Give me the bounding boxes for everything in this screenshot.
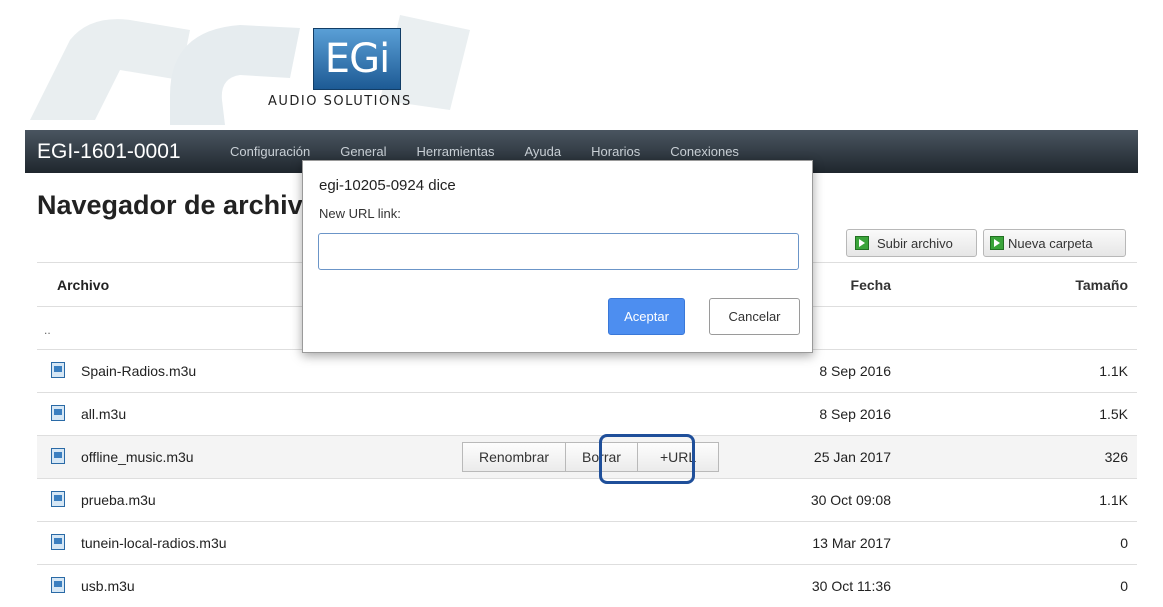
file-date: 25 Jan 2017	[813, 449, 891, 465]
playlist-file-icon	[51, 405, 65, 421]
playlist-file-icon	[51, 491, 65, 507]
upload-icon	[855, 236, 869, 250]
parent-dir-link[interactable]: ..	[44, 323, 51, 337]
new-folder-label: Nueva carpeta	[1008, 235, 1093, 251]
dialog-message: New URL link:	[319, 206, 401, 221]
file-date: 8 Sep 2016	[819, 406, 891, 422]
playlist-file-icon	[51, 577, 65, 593]
logo-area: EGi AUDIO SOLUTIONS	[0, 0, 1163, 125]
logo-subtitle: AUDIO SOLUTIONS	[268, 94, 412, 109]
file-name[interactable]: prueba.m3u	[81, 492, 156, 508]
accept-button[interactable]: Aceptar	[608, 298, 685, 335]
new-folder-button[interactable]: Nueva carpeta	[983, 229, 1126, 257]
nav-item-conexiones[interactable]: Conexiones	[670, 144, 739, 159]
rename-button[interactable]: Renombrar	[462, 442, 567, 472]
url-prompt-dialog: egi-10205-0924 dice New URL link: Acepta…	[302, 160, 813, 353]
upload-file-label: Subir archivo	[877, 235, 953, 251]
nav-item-general[interactable]: General	[340, 144, 386, 159]
nav-item-ayuda[interactable]: Ayuda	[525, 144, 562, 159]
table-row[interactable]: all.m3u 8 Sep 2016 1.5K	[37, 392, 1137, 435]
file-date: 13 Mar 2017	[812, 535, 891, 551]
file-size: 0	[1120, 578, 1128, 594]
nav-item-configuracion[interactable]: Configuración	[230, 144, 310, 159]
playlist-file-icon	[51, 448, 65, 464]
file-name[interactable]: offline_music.m3u	[81, 449, 194, 465]
logo-mark-text: EGi	[324, 36, 390, 82]
nav-item-horarios[interactable]: Horarios	[591, 144, 640, 159]
nav-menu: Configuración General Herramientas Ayuda…	[230, 144, 739, 159]
file-name[interactable]: Spain-Radios.m3u	[81, 363, 196, 379]
logo-mark: EGi	[313, 28, 401, 90]
file-size: 326	[1104, 449, 1128, 465]
file-name[interactable]: usb.m3u	[81, 578, 135, 594]
table-row[interactable]: usb.m3u 30 Oct 11:36 0	[37, 564, 1137, 607]
file-name[interactable]: all.m3u	[81, 406, 126, 422]
table-row[interactable]: tunein-local-radios.m3u 13 Mar 2017 0	[37, 521, 1137, 564]
table-row[interactable]: prueba.m3u 30 Oct 09:08 1.1K	[37, 478, 1137, 521]
url-input[interactable]	[318, 233, 799, 270]
logo-watermark	[30, 15, 470, 125]
navbar-brand[interactable]: EGI-1601-0001	[37, 140, 181, 164]
file-date: 30 Oct 09:08	[810, 492, 891, 508]
playlist-file-icon	[51, 362, 65, 378]
file-size: 1.1K	[1099, 363, 1128, 379]
file-name[interactable]: tunein-local-radios.m3u	[81, 535, 227, 551]
file-size: 0	[1120, 535, 1128, 551]
file-date: 30 Oct 11:36	[811, 578, 891, 594]
cancel-button[interactable]: Cancelar	[709, 298, 800, 335]
page-title: Navegador de archivos	[37, 190, 335, 220]
table-row-selected[interactable]: offline_music.m3u Renombrar Borrar +URL …	[37, 435, 1137, 478]
table-row[interactable]: Spain-Radios.m3u 8 Sep 2016 1.1K	[37, 349, 1137, 392]
header-file[interactable]: Archivo	[57, 277, 109, 293]
nav-item-herramientas[interactable]: Herramientas	[416, 144, 494, 159]
file-size: 1.1K	[1099, 492, 1128, 508]
add-url-highlight	[599, 434, 695, 484]
file-size: 1.5K	[1099, 406, 1128, 422]
playlist-file-icon	[51, 534, 65, 550]
header-size[interactable]: Tamaño	[1028, 277, 1128, 293]
upload-file-button[interactable]: Subir archivo	[846, 229, 977, 257]
file-date: 8 Sep 2016	[819, 363, 891, 379]
dialog-title: egi-10205-0924 dice	[319, 177, 456, 194]
new-folder-icon	[990, 236, 1004, 250]
